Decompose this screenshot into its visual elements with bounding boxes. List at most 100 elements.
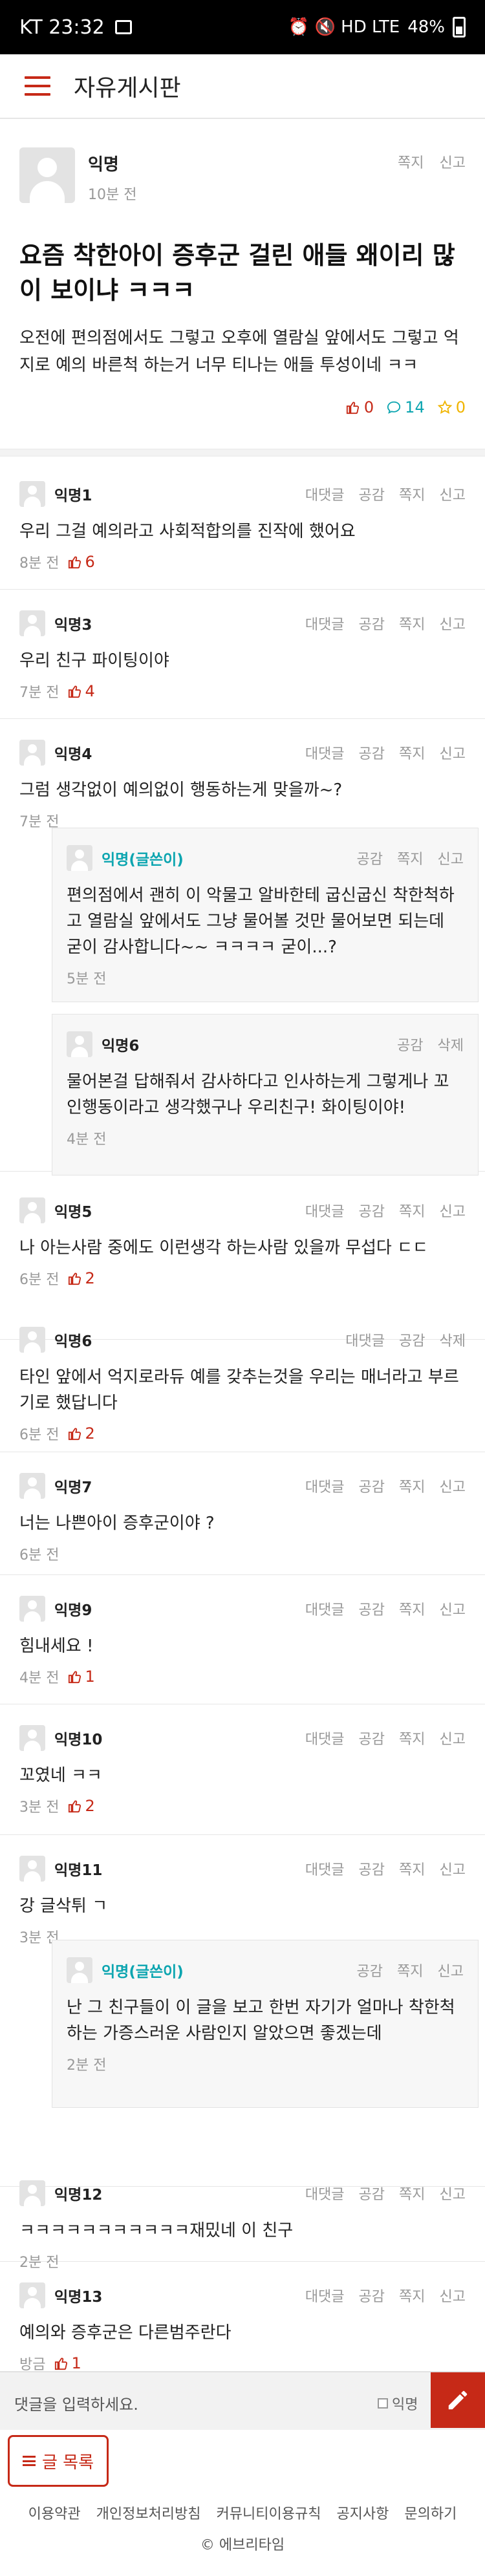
comment-action-button[interactable]: 신고 [440,484,466,504]
comment-action-button[interactable]: 대댓글 [305,1858,345,1879]
comment-action-button[interactable]: 공감 [359,1858,385,1879]
comment-action-button[interactable]: 공감 [359,484,385,504]
comment-text: 예의와 증후군은 다른범주란다 [19,2323,232,2343]
anonymous-checkbox[interactable]: 익명 [378,2393,418,2414]
comment-action-button[interactable]: 대댓글 [305,742,345,763]
comment-item: 익명1 대댓글 공감 쪽지 신고 우리 그걸 예의라고 사회적합의를 진작에 했어요 8분 … [0,460,485,590]
report-button[interactable]: 신고 [440,151,466,172]
status-indicators: ⏰ 🔇 HD LTE 48% [288,17,466,38]
comment-item: 익명12 대댓글 공감 쪽지 신고 ㅋㅋㅋㅋㅋㅋㅋㅋㅋㅋㅋ재밌네 이 친구 2분 전 [0,2160,485,2271]
comment-action-button[interactable]: 대댓글 [305,484,345,504]
comment-action-button[interactable]: 쪽지 [399,2183,425,2204]
article-author: 익명 [88,155,119,175]
star-icon [437,400,452,414]
comment-action-button[interactable]: 공감 [359,1200,385,1221]
footer-link-privacy[interactable]: 개인정보처리방침 [96,2502,201,2523]
comment-author: 익명7 [54,1479,92,1496]
comment-item: 익명10 대댓글 공감 쪽지 신고 꼬였네 ㅋㅋ 3분 전 2 [0,1704,485,1835]
comment-author: 익명6 [102,1038,140,1055]
comment-action-button[interactable]: 대댓글 [305,613,345,634]
comment-author: 익명4 [54,746,92,763]
comment-action-button[interactable]: 쪽지 [399,1200,425,1221]
comment-action-button[interactable]: 쪽지 [399,1476,425,1496]
comment-author: 익명13 [54,2289,103,2306]
comment-action-button[interactable]: 쪽지 [397,1960,423,1980]
footer-link-terms[interactable]: 이용약관 [28,2502,81,2523]
comment-action-button[interactable]: 대댓글 [305,2183,345,2204]
pencil-icon [448,2390,468,2410]
comment-action-button[interactable]: 신고 [440,1858,466,1879]
comment-action-button[interactable]: 신고 [440,1200,466,1221]
checkbox-icon [378,2398,388,2409]
comment-action-button[interactable]: 대댓글 [305,1598,345,1619]
message-button[interactable]: 쪽지 [398,151,424,172]
comment-like-value: 2 [85,1269,95,1287]
comment-action-button[interactable]: 공감 [359,613,385,634]
comment-action-button[interactable]: 공감 [359,742,385,763]
footer-link-contact[interactable]: 문의하기 [404,2502,457,2523]
comment-action-button[interactable]: 대댓글 [305,1728,345,1748]
comment-action-button[interactable]: 공감 [357,848,383,868]
comment-action-button[interactable]: 삭제 [438,1034,464,1055]
comment-action-button[interactable]: 공감 [359,2285,385,2306]
comment-action-button[interactable]: 삭제 [440,1329,466,1350]
battery-text: 48% [407,17,445,37]
article-title: 요즘 착한아이 증후군 걸린 애들 왜이리 많이 보이냐 ㅋㅋㅋ [19,241,455,305]
app-header: 자유게시판 [0,54,485,119]
hamburger-icon[interactable] [25,76,50,96]
comment-action-button[interactable]: 신고 [440,1728,466,1748]
comment-text: 나 아는사람 중에도 이런생각 하는사람 있을까 무섭다 ㄷㄷ [19,1238,428,1258]
comment-time: 2분 전 [67,2057,107,2074]
comment-author: 익명(글쓴이) [102,1964,184,1980]
article-body: 오전에 편의점에서도 그렇고 오후에 열람실 앞에서도 그렇고 억지로 예의 바… [19,328,459,375]
comment-action-button[interactable]: 쪽지 [399,742,425,763]
comment-action-button[interactable]: 쪽지 [399,484,425,504]
comment-input[interactable]: 댓글을 입력하세요. [14,2392,138,2414]
submit-comment-button[interactable] [431,2372,485,2428]
comment-action-button[interactable]: 쪽지 [397,848,423,868]
comment-action-button[interactable]: 신고 [440,613,466,634]
comment-action-button[interactable]: 공감 [359,1476,385,1496]
comment-action-button[interactable]: 대댓글 [305,2285,345,2306]
comment-action-button[interactable]: 공감 [359,1728,385,1748]
status-bar: KT 23:32 ⏰ 🔇 HD LTE 48% [0,0,485,54]
article-list-button[interactable]: 글 목록 [8,2435,109,2487]
comment-action-button[interactable]: 신고 [440,1598,466,1619]
comment-action-button[interactable]: 대댓글 [345,1329,385,1350]
comment-action-button[interactable]: 대댓글 [305,1476,345,1496]
comment-time: 8분 전 [19,555,59,572]
comment-author: 익명3 [54,617,92,634]
comment-action-button[interactable]: 신고 [440,2285,466,2306]
comment-item: 익명3 대댓글 공감 쪽지 신고 우리 친구 파이팅이야 7분 전 4 [0,590,485,719]
comment-action-button[interactable]: 공감 [399,1329,425,1350]
comment-action-button[interactable]: 신고 [438,1960,464,1980]
comment-action-button[interactable]: 쪽지 [399,1598,425,1619]
thumbs-up-icon [69,1671,81,1684]
comment-action-button[interactable]: 공감 [357,1960,383,1980]
comment-action-button[interactable]: 공감 [359,1598,385,1619]
footer-link-rules[interactable]: 커뮤니티이용규칙 [217,2502,321,2523]
footer-link-notice[interactable]: 공지사항 [336,2502,389,2523]
avatar [19,1596,45,1622]
comment-action-button[interactable]: 쪽지 [399,613,425,634]
comment-item: 익명13 대댓글 공감 쪽지 신고 예의와 증후군은 다른범주란다 방금 1 [0,2262,485,2373]
comment-action-button[interactable]: 신고 [440,742,466,763]
comment-action-button[interactable]: 공감 [397,1034,423,1055]
comment-action-button[interactable]: 쪽지 [399,2285,425,2306]
comment-action-button[interactable]: 공감 [359,2183,385,2204]
avatar [19,2282,45,2308]
comment-action-button[interactable]: 쪽지 [399,1858,425,1879]
comment-item: 익명6 대댓글 공감 삭제 타인 앞에서 억지로라듀 예를 갖추는것을 우리는 매너라고… [0,1306,485,1452]
comment-action-button[interactable]: 쪽지 [399,1728,425,1748]
comment-action-button[interactable]: 신고 [438,848,464,868]
comment-author: 익명(글쓴이) [102,852,184,868]
avatar [19,1473,45,1499]
comment-action-button[interactable]: 대댓글 [305,1200,345,1221]
avatar [19,1856,45,1882]
comment-like-value: 2 [85,1424,95,1443]
comment-action-button[interactable]: 신고 [440,2183,466,2204]
comment-count-value: 14 [405,398,425,416]
comment-time: 6분 전 [19,1547,59,1563]
comment-action-button[interactable]: 신고 [440,1476,466,1496]
comment-text: 꼬였네 ㅋㅋ [19,1766,102,1785]
